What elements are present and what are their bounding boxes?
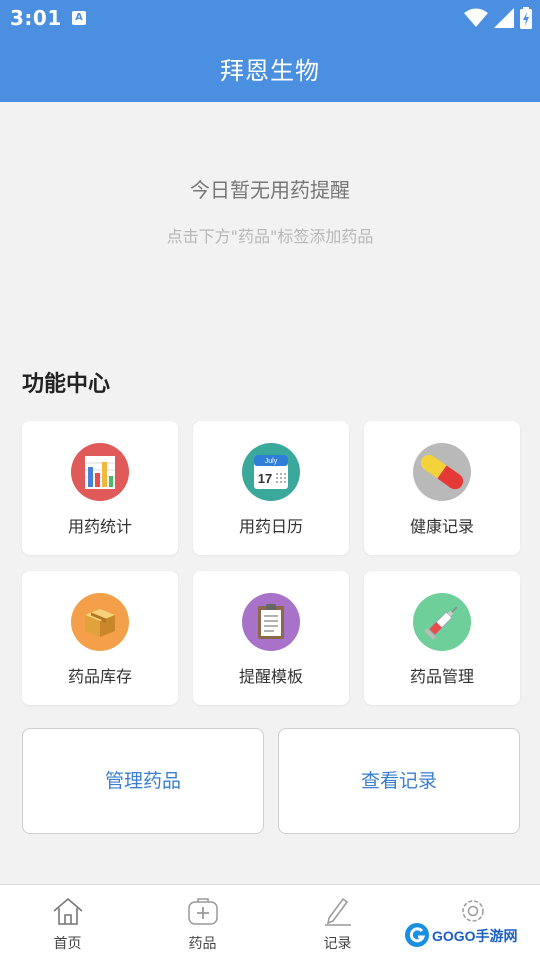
reminder-template-card[interactable]: 提醒模板 — [193, 571, 349, 705]
manage-drugs-button[interactable]: 管理药品 — [22, 728, 264, 834]
card-label: 药品管理 — [409, 667, 474, 686]
card-label: 药品库存 — [67, 667, 132, 686]
clipboard-icon — [242, 593, 300, 651]
medical-kit-icon — [187, 898, 218, 925]
battery-icon — [520, 7, 532, 29]
nav-label: 药品 — [188, 936, 217, 952]
function-center-title: 功能中心 — [22, 372, 111, 397]
bar-chart-icon — [71, 443, 129, 501]
empty-reminder-title: 今日暂无用药提醒 — [190, 178, 350, 202]
empty-reminder-hint: 点击下方"药品"标签添加药品 — [166, 227, 374, 246]
pencil-icon — [324, 897, 351, 926]
pill-capsule-icon — [413, 443, 471, 501]
status-time: 3:01 — [10, 6, 62, 30]
drug-management-card[interactable]: 药品管理 — [364, 571, 520, 705]
syringe-icon — [413, 593, 471, 651]
nav-label: 记录 — [323, 936, 352, 952]
card-label: 用药日历 — [238, 517, 303, 536]
status-bar: 3:01 A — [0, 0, 540, 36]
nav-records[interactable]: 记录 — [270, 885, 405, 960]
nav-label: 首页 — [53, 936, 82, 952]
card-label: 健康记录 — [409, 517, 474, 536]
home-icon — [52, 897, 83, 925]
view-records-button[interactable]: 查看记录 — [278, 728, 520, 834]
medication-calendar-card[interactable]: July 17 用药日历 — [193, 421, 349, 555]
watermark-g-icon — [405, 923, 429, 947]
notification-icon: A — [72, 11, 86, 25]
card-label: 用药统计 — [67, 517, 132, 536]
package-box-icon — [71, 593, 129, 651]
health-records-card[interactable]: 健康记录 — [364, 421, 520, 555]
page-title: 拜恩生物 — [220, 57, 320, 85]
calendar-month: July — [265, 458, 278, 465]
calendar-day: 17 — [258, 471, 272, 486]
drug-inventory-card[interactable]: 药品库存 — [22, 571, 178, 705]
signal-icon — [494, 8, 514, 28]
title-bar: 拜恩生物 — [0, 36, 540, 102]
watermark-text: GOGO手游网 — [432, 928, 518, 944]
medication-stats-card[interactable]: 用药统计 — [22, 421, 178, 555]
calendar-icon: July 17 — [242, 443, 300, 501]
watermark-logo: GOGO手游网 — [404, 920, 520, 950]
nav-home[interactable]: 首页 — [0, 885, 135, 960]
wifi-icon — [464, 8, 488, 27]
card-label: 提醒模板 — [238, 667, 303, 686]
nav-drugs[interactable]: 药品 — [135, 885, 270, 960]
status-icons — [464, 7, 532, 29]
